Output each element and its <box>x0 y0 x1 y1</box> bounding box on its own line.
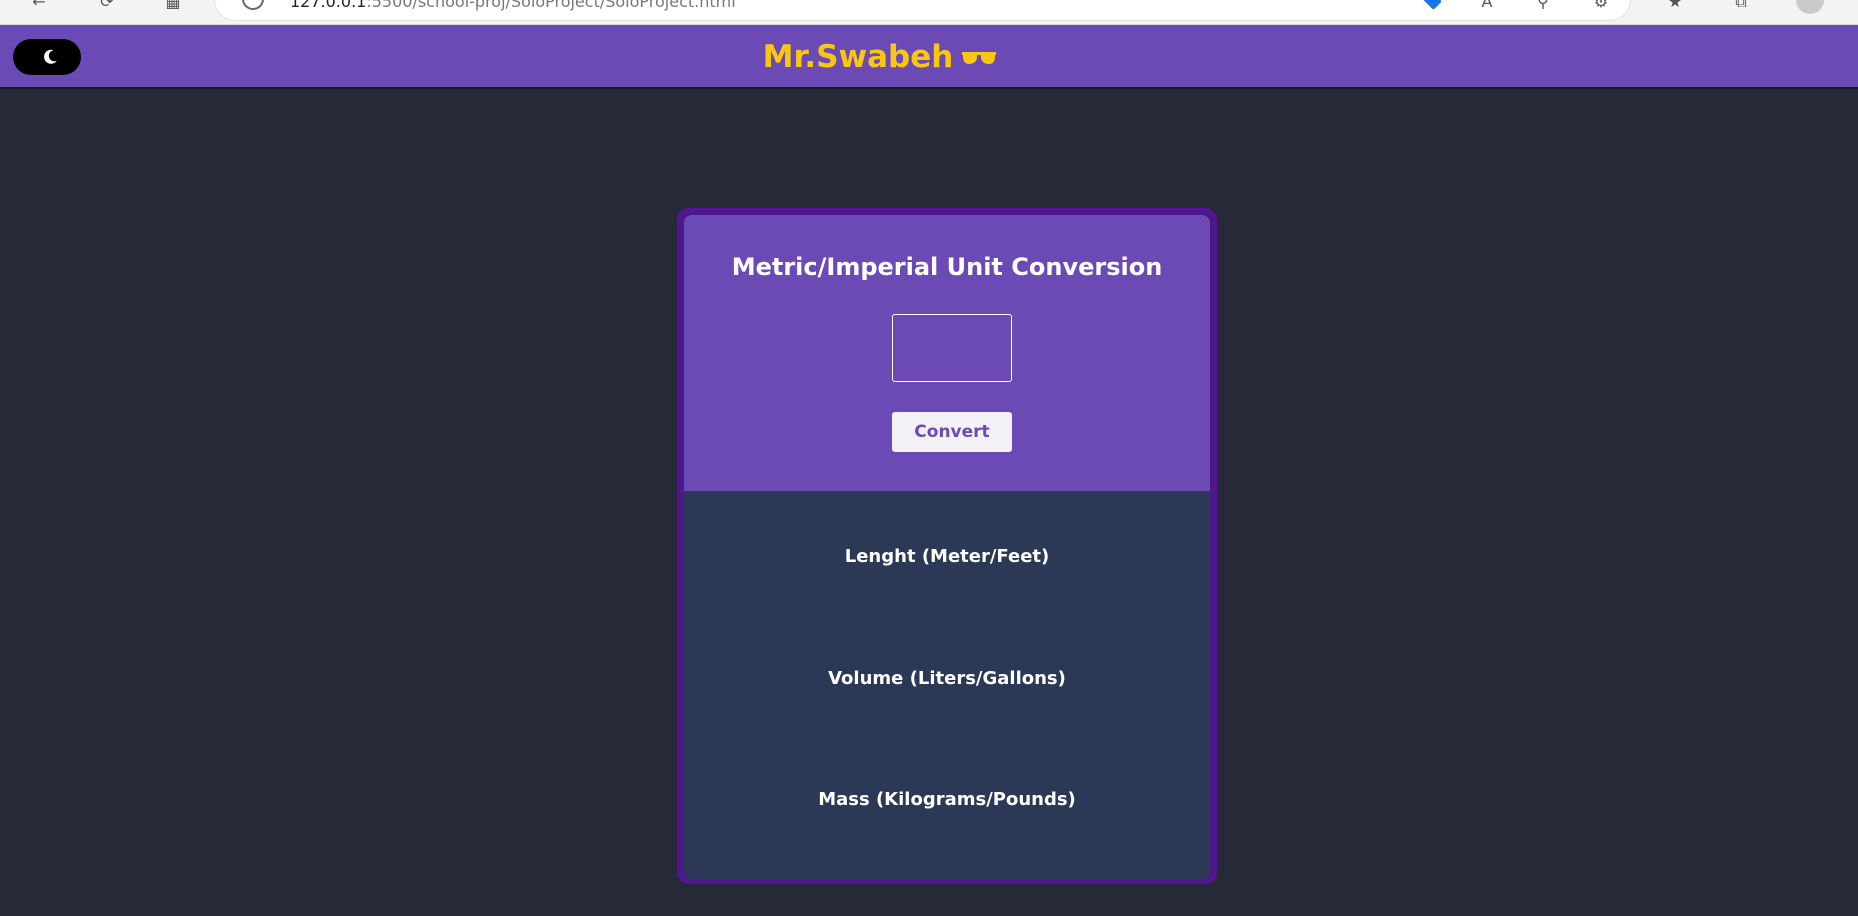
back-icon[interactable]: ← <box>28 0 50 13</box>
converter-results-section: Lenght (Meter/Feet) Volume (Liters/Gallo… <box>684 491 1210 879</box>
brand: Mr.Swabeh <box>0 25 1760 89</box>
read-aloud-icon[interactable]: A <box>1476 0 1498 13</box>
length-result-label: Lenght (Meter/Feet) <box>844 546 1050 567</box>
converter-input-section: Metric/Imperial Unit Conversion Convert <box>684 215 1210 491</box>
value-input[interactable] <box>892 314 1012 382</box>
favorites-bar-icon[interactable]: ★ <box>1664 0 1686 13</box>
sunglasses-icon <box>962 52 997 64</box>
convert-button[interactable]: Convert <box>892 412 1012 452</box>
address-path: :5500/school-proj/SoloProject/SoloProjec… <box>366 0 736 11</box>
collections-icon[interactable]: ⧉ <box>1730 0 1752 13</box>
mass-result-label: Mass (Kilograms/Pounds) <box>818 789 1076 810</box>
apps-icon[interactable]: ▦ <box>162 0 184 13</box>
refresh-icon[interactable]: ⟳ <box>96 0 118 13</box>
browser-toolbar: ← ⟳ ▦ 127.0.0.1:5500/school-proj/SoloPro… <box>0 0 1858 25</box>
profile-avatar[interactable] <box>1796 0 1824 14</box>
zoom-icon[interactable]: ⚲ <box>1532 0 1554 13</box>
converter-title: Metric/Imperial Unit Conversion <box>731 253 1163 281</box>
address-host: 127.0.0.1 <box>290 0 367 11</box>
brand-title: Mr.Swabeh <box>762 39 954 75</box>
volume-result-label: Volume (Liters/Gallons) <box>828 668 1066 689</box>
converter-card: Metric/Imperial Unit Conversion Convert … <box>677 208 1217 884</box>
address-text: 127.0.0.1:5500/school-proj/SoloProject/S… <box>290 0 736 11</box>
site-header: Mr.Swabeh <box>0 25 1858 89</box>
extensions-icon[interactable]: ⚙ <box>1590 0 1612 13</box>
